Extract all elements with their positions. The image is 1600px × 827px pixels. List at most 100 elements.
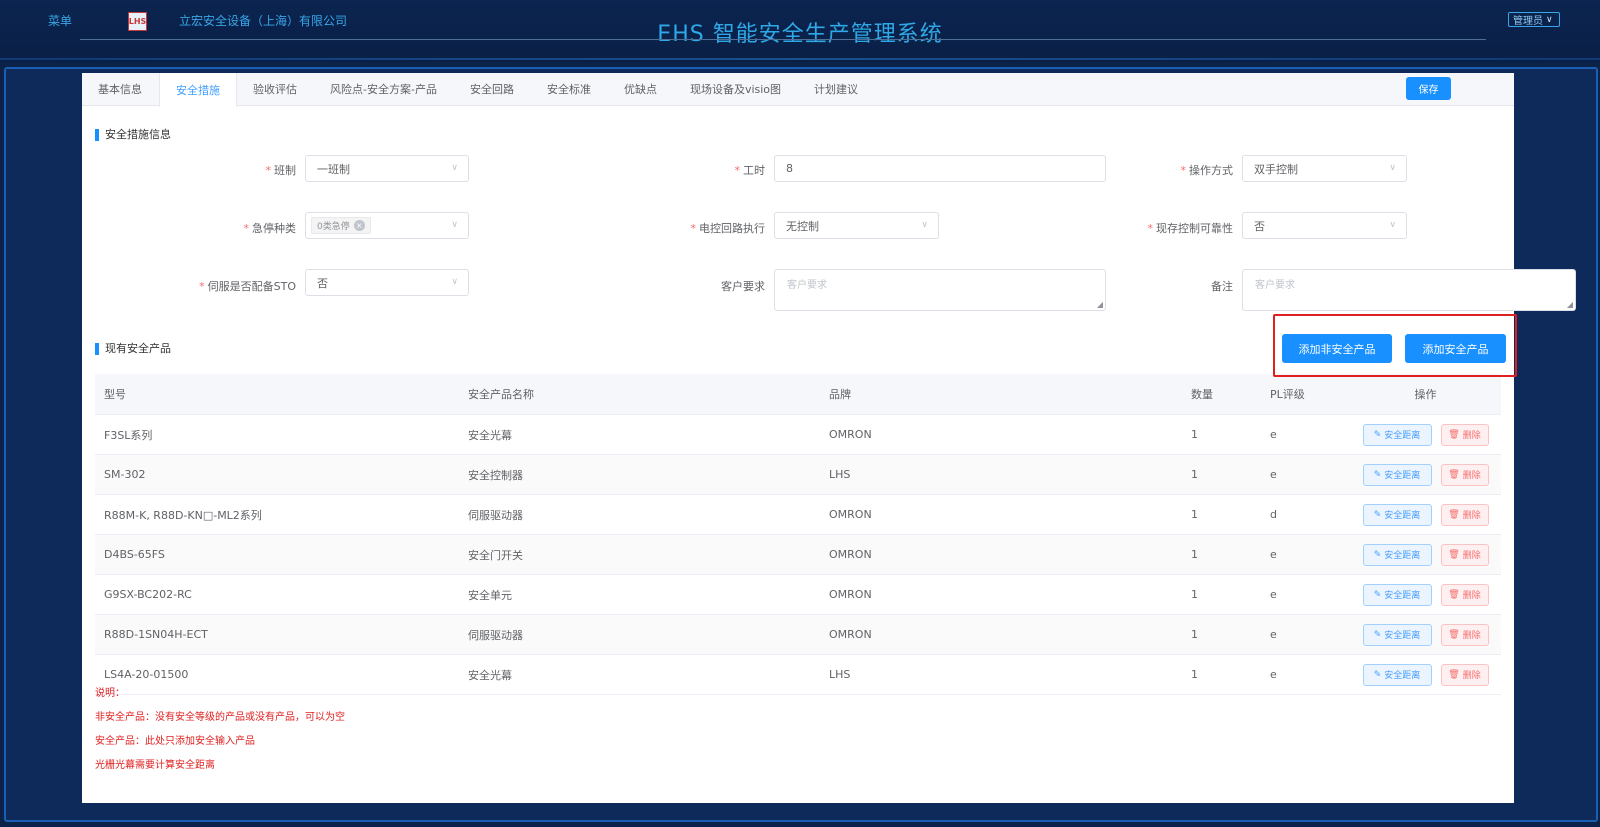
- cell-qty: 1: [1191, 428, 1198, 441]
- tab-acceptance[interactable]: 验收评估: [237, 73, 314, 105]
- cell-actions: ✎ 安全距离 🗑︎ 删除: [1350, 583, 1501, 606]
- trash-icon: 🗑︎: [1448, 509, 1460, 520]
- table-header: 型号 安全产品名称 品牌 数量 PL评级 操作: [95, 374, 1501, 415]
- table-row: LS4A-20-01500 安全光幕 LHS 1 e ✎ 安全距离 🗑︎ 删除: [95, 655, 1501, 695]
- cell-actions: ✎ 安全距离 🗑︎ 删除: [1350, 663, 1501, 686]
- cell-qty: 1: [1191, 588, 1198, 601]
- safety-distance-button[interactable]: ✎ 安全距离: [1362, 543, 1432, 566]
- resize-handle-icon[interactable]: ◢: [1097, 300, 1103, 309]
- sto-value: 否: [317, 276, 328, 290]
- estop-select[interactable]: 0类急停 × ∨: [305, 212, 469, 239]
- delete-label: 删除: [1462, 431, 1481, 441]
- hours-label: * 工时: [734, 164, 766, 177]
- cell-actions: ✎ 安全距离 🗑︎ 删除: [1350, 423, 1501, 446]
- cell-qty: 1: [1191, 548, 1198, 561]
- trash-icon: 🗑︎: [1448, 629, 1460, 640]
- save-button[interactable]: 保存: [1406, 77, 1451, 100]
- operation-select[interactable]: 双手控制 ∨: [1242, 155, 1407, 182]
- cell-qty: 1: [1191, 468, 1198, 481]
- reliability-select[interactable]: 否 ∨: [1242, 212, 1407, 239]
- cell-actions: ✎ 安全距离 🗑︎ 删除: [1350, 543, 1501, 566]
- safety-distance-label: 安全距离: [1384, 471, 1421, 481]
- tab-safety-circuit[interactable]: 安全回路: [454, 73, 531, 105]
- customer-textarea[interactable]: 客户要求 ◢: [774, 269, 1106, 311]
- safety-distance-button[interactable]: ✎ 安全距离: [1362, 583, 1432, 606]
- delete-button[interactable]: 🗑︎ 删除: [1440, 543, 1489, 566]
- operation-label: * 操作方式: [1180, 164, 1234, 177]
- delete-button[interactable]: 🗑︎ 删除: [1440, 623, 1489, 646]
- cell-product-name: 安全门开关: [468, 548, 523, 562]
- cell-product-name: 安全控制器: [468, 468, 523, 482]
- add-non-safety-product-button[interactable]: 添加非安全产品: [1282, 334, 1392, 363]
- reliability-value: 否: [1254, 219, 1265, 233]
- trash-icon: 🗑︎: [1448, 469, 1460, 480]
- circuit-value: 无控制: [786, 219, 819, 233]
- user-menu-button[interactable]: 管理员 ∨: [1508, 12, 1560, 27]
- table-row: SM-302 安全控制器 LHS 1 e ✎ 安全距离 🗑︎ 删除: [95, 455, 1501, 495]
- edit-icon: ✎: [1373, 629, 1382, 640]
- chevron-down-icon: ∨: [451, 163, 458, 173]
- operation-value: 双手控制: [1254, 162, 1298, 176]
- cell-qty: 1: [1191, 508, 1198, 521]
- cell-brand: OMRON: [829, 428, 872, 441]
- safety-distance-label: 安全距离: [1384, 631, 1421, 641]
- trash-icon: 🗑︎: [1448, 549, 1460, 560]
- cell-qty: 1: [1191, 628, 1198, 641]
- section-title-measures: 安全措施信息: [95, 129, 171, 141]
- tab-safety-measures[interactable]: 安全措施: [159, 73, 237, 107]
- safety-distance-button[interactable]: ✎ 安全距离: [1362, 503, 1432, 526]
- hours-input[interactable]: 8: [774, 155, 1106, 182]
- cell-product-name: 安全单元: [468, 588, 512, 602]
- chevron-down-icon: ∨: [451, 220, 458, 230]
- cell-brand: LHS: [829, 668, 851, 681]
- tab-plan[interactable]: 计划建议: [798, 73, 875, 105]
- tab-risk-solution[interactable]: 风险点-安全方案-产品: [314, 73, 454, 105]
- edit-icon: ✎: [1373, 469, 1382, 480]
- add-safety-product-button[interactable]: 添加安全产品: [1405, 334, 1506, 363]
- delete-button[interactable]: 🗑︎ 删除: [1440, 463, 1489, 486]
- cell-pl: e: [1270, 548, 1277, 561]
- sto-select[interactable]: 否 ∨: [305, 269, 469, 296]
- tab-site-equipment[interactable]: 现场设备及visio图: [674, 73, 798, 105]
- tab-basic-info[interactable]: 基本信息: [82, 73, 159, 105]
- products-table: 型号 安全产品名称 品牌 数量 PL评级 操作 F3SL系列 安全光幕 OMRON 1…: [95, 374, 1501, 695]
- edit-icon: ✎: [1373, 509, 1382, 520]
- cell-model: LS4A-20-01500: [104, 668, 189, 681]
- circuit-select[interactable]: 无控制 ∨: [774, 212, 939, 239]
- cell-pl: e: [1270, 588, 1277, 601]
- trash-icon: 🗑︎: [1448, 429, 1460, 440]
- note-safety: 安全产品：此处只添加安全输入产品: [95, 736, 255, 747]
- chevron-down-icon: ∨: [451, 277, 458, 287]
- close-icon[interactable]: ×: [353, 220, 365, 231]
- section-title-products: 现有安全产品: [95, 343, 171, 355]
- col-header-pl: PL评级: [1270, 388, 1305, 401]
- trash-icon: 🗑︎: [1448, 589, 1460, 600]
- chevron-down-icon: ∨: [1389, 220, 1396, 230]
- shift-select[interactable]: 一班制 ∨: [305, 155, 469, 182]
- delete-label: 删除: [1462, 551, 1481, 561]
- cell-model: SM-302: [104, 468, 146, 481]
- safety-distance-button[interactable]: ✎ 安全距离: [1362, 423, 1432, 446]
- table-row: F3SL系列 安全光幕 OMRON 1 e ✎ 安全距离 🗑︎ 删除: [95, 415, 1501, 455]
- customer-placeholder: 客户要求: [787, 280, 827, 291]
- cell-pl: e: [1270, 668, 1277, 681]
- resize-handle-icon[interactable]: ◢: [1567, 300, 1573, 309]
- safety-distance-button[interactable]: ✎ 安全距离: [1362, 623, 1432, 646]
- safety-distance-button[interactable]: ✎ 安全距离: [1362, 663, 1432, 686]
- remark-textarea[interactable]: 客户要求 ◢: [1242, 269, 1576, 311]
- delete-button[interactable]: 🗑︎ 删除: [1440, 503, 1489, 526]
- chevron-down-icon: ∨: [1389, 163, 1396, 173]
- delete-label: 删除: [1462, 671, 1481, 681]
- note-non-safety: 非安全产品：没有安全等级的产品或没有产品，可以为空: [95, 712, 345, 723]
- delete-button[interactable]: 🗑︎ 删除: [1440, 423, 1489, 446]
- tab-pros-cons[interactable]: 优缺点: [608, 73, 674, 105]
- trash-icon: 🗑︎: [1448, 669, 1460, 680]
- cell-brand: OMRON: [829, 628, 872, 641]
- title-divider: [80, 39, 1486, 40]
- cell-pl: e: [1270, 468, 1277, 481]
- remark-placeholder: 客户要求: [1255, 280, 1295, 291]
- safety-distance-button[interactable]: ✎ 安全距离: [1362, 463, 1432, 486]
- delete-button[interactable]: 🗑︎ 删除: [1440, 663, 1489, 686]
- delete-button[interactable]: 🗑︎ 删除: [1440, 583, 1489, 606]
- tab-safety-standard[interactable]: 安全标准: [531, 73, 608, 105]
